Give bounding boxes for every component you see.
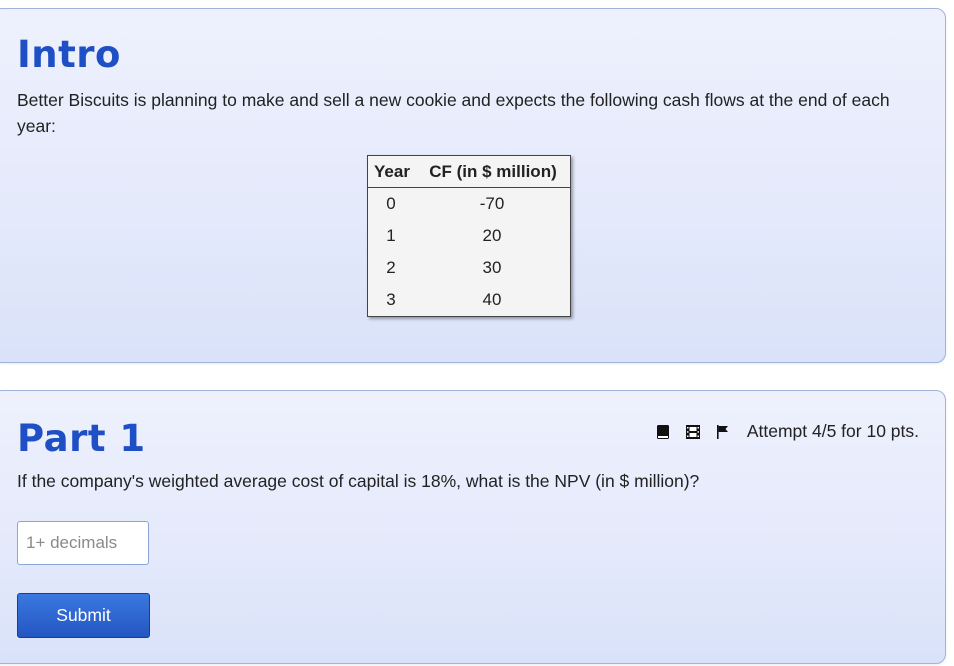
- cell-year: 2: [386, 258, 396, 277]
- cash-flow-table: Year CF (in $ million) 0 -70 1 20 2 30 3…: [367, 155, 571, 317]
- table-row: 3 40: [368, 284, 571, 317]
- intro-title: Intro: [17, 33, 121, 76]
- intro-panel: Intro Better Biscuits is planning to mak…: [0, 8, 946, 363]
- cell-cf: 20: [482, 226, 502, 245]
- cell-cf: 40: [482, 290, 502, 309]
- book-icon[interactable]: [655, 424, 671, 440]
- attempt-counter: Attempt 4/5 for 10 pts.: [746, 421, 919, 441]
- cell-cf: 30: [482, 258, 502, 277]
- table-row: 0 -70: [368, 188, 571, 221]
- table-row: 2 30: [368, 252, 571, 284]
- cell-year: 0: [386, 194, 396, 213]
- column-header-year: Year: [367, 155, 414, 188]
- table-header-row: Year CF (in $ million): [367, 155, 571, 188]
- column-header-cf: CF (in $ million): [414, 155, 571, 188]
- answer-input[interactable]: [17, 521, 149, 565]
- question-text: If the company's weighted average cost o…: [17, 471, 700, 491]
- question-toolbar: Attempt 4/5 for 10 pts.: [655, 421, 919, 442]
- flag-icon[interactable]: [715, 424, 731, 440]
- film-icon[interactable]: [685, 424, 701, 440]
- cell-year: 1: [386, 226, 396, 245]
- part1-panel: Part 1 Attempt 4/5 for 10 pts. If the co…: [0, 390, 946, 664]
- part1-title: Part 1: [17, 417, 146, 460]
- intro-text: Better Biscuits is planning to make and …: [17, 90, 890, 136]
- table-row: 1 20: [368, 220, 571, 252]
- cell-cf: -70: [479, 194, 505, 213]
- cell-year: 3: [386, 290, 396, 309]
- submit-button[interactable]: Submit: [17, 593, 150, 638]
